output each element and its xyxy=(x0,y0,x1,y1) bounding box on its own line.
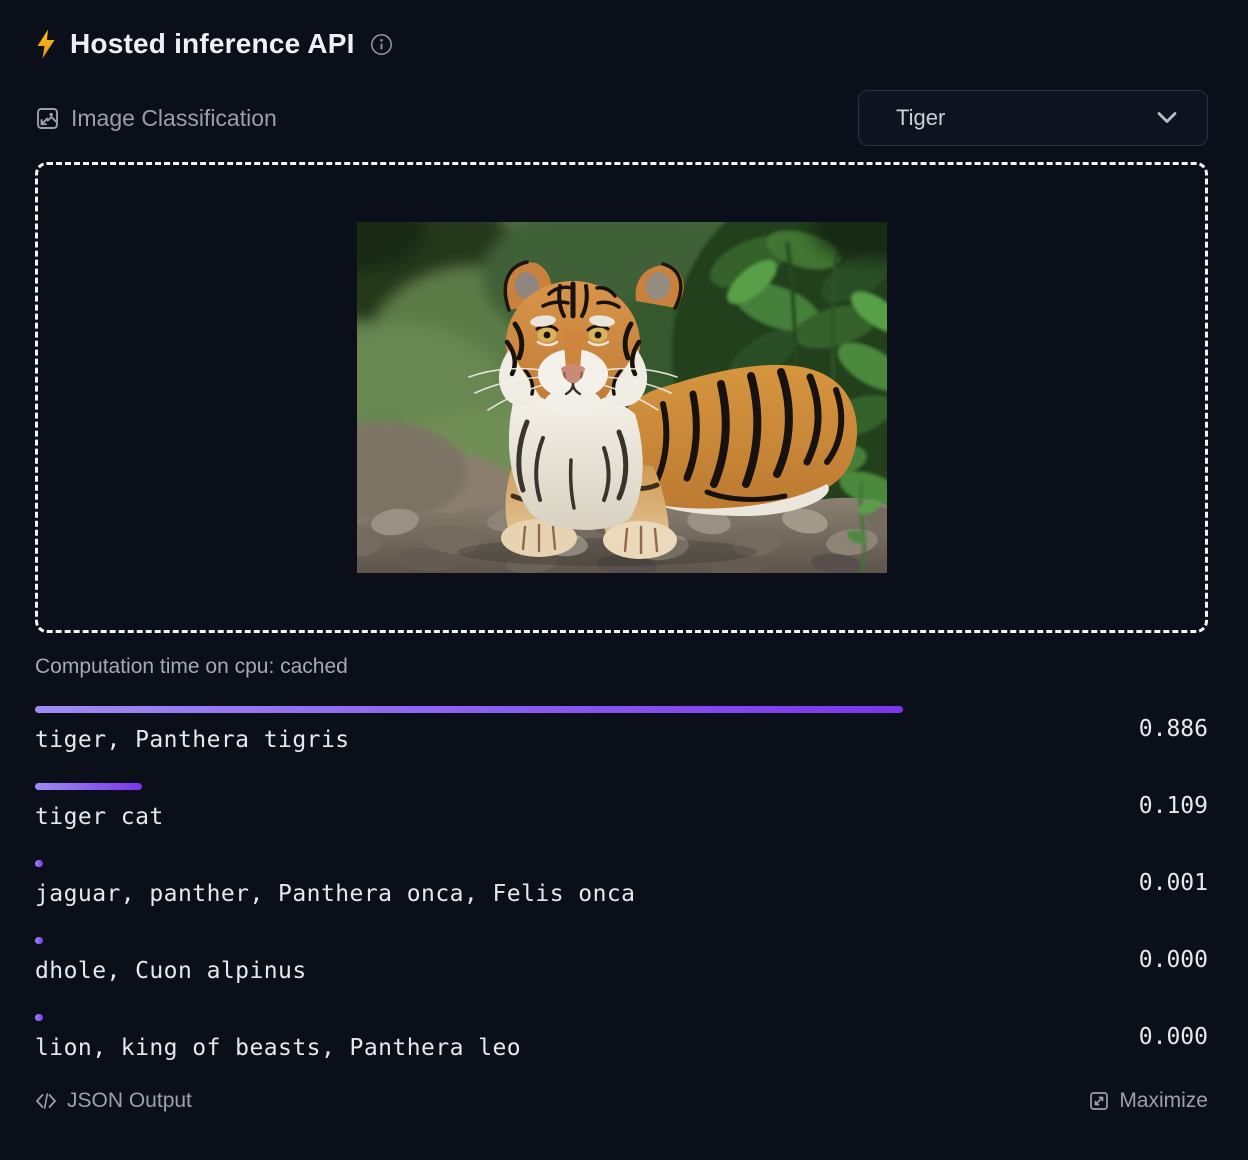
info-icon[interactable] xyxy=(370,33,393,56)
result-row: dhole, Cuon alpinus 0.000 xyxy=(35,935,1208,984)
result-label: dhole, Cuon alpinus xyxy=(35,958,1015,984)
score-bar xyxy=(35,706,903,713)
page-title: Hosted inference API xyxy=(70,28,355,60)
maximize-button[interactable]: Maximize xyxy=(1089,1089,1208,1113)
result-score: 0.001 xyxy=(1015,858,1208,907)
chevron-down-icon xyxy=(1157,112,1177,124)
tiger-photo xyxy=(357,222,887,573)
score-bar xyxy=(35,860,43,867)
widget-footer: JSON Output Maximize xyxy=(35,1089,1208,1113)
result-label: lion, king of beasts, Panthera leo xyxy=(35,1035,1015,1061)
result-label: tiger cat xyxy=(35,804,1015,830)
example-select-value: Tiger xyxy=(896,105,945,131)
computation-time: Computation time on cpu: cached xyxy=(35,655,1208,679)
result-score: 0.000 xyxy=(1015,935,1208,984)
result-row: tiger, Panthera tigris 0.886 xyxy=(35,704,1208,753)
result-score: 0.886 xyxy=(1015,704,1208,753)
json-output-label: JSON Output xyxy=(67,1089,192,1113)
result-row: tiger cat 0.109 xyxy=(35,781,1208,830)
maximize-icon xyxy=(1089,1091,1109,1111)
result-score: 0.000 xyxy=(1015,1012,1208,1061)
score-bar xyxy=(35,783,142,790)
score-bar xyxy=(35,937,43,944)
example-select[interactable]: Tiger xyxy=(858,90,1208,146)
score-bar xyxy=(35,1014,43,1021)
result-row: jaguar, panther, Panthera onca, Felis on… xyxy=(35,858,1208,907)
task-row: Image Classification Tiger xyxy=(35,90,1208,146)
result-label: jaguar, panther, Panthera onca, Felis on… xyxy=(35,881,1015,907)
json-output-button[interactable]: JSON Output xyxy=(35,1089,192,1113)
maximize-label: Maximize xyxy=(1119,1089,1208,1113)
hosted-inference-widget: Hosted inference API Image Classificatio… xyxy=(0,0,1248,1113)
results-list: tiger, Panthera tigris 0.886 tiger cat 0… xyxy=(35,704,1208,1061)
result-score: 0.109 xyxy=(1015,781,1208,830)
code-icon xyxy=(35,1091,57,1111)
task-label-group: Image Classification xyxy=(35,105,277,132)
widget-header: Hosted inference API xyxy=(35,28,1208,60)
image-drop-zone[interactable] xyxy=(35,162,1208,633)
task-label: Image Classification xyxy=(71,105,277,132)
lightning-icon xyxy=(35,29,57,59)
image-classification-icon xyxy=(35,106,60,131)
result-label: tiger, Panthera tigris xyxy=(35,727,1015,753)
result-row: lion, king of beasts, Panthera leo 0.000 xyxy=(35,1012,1208,1061)
